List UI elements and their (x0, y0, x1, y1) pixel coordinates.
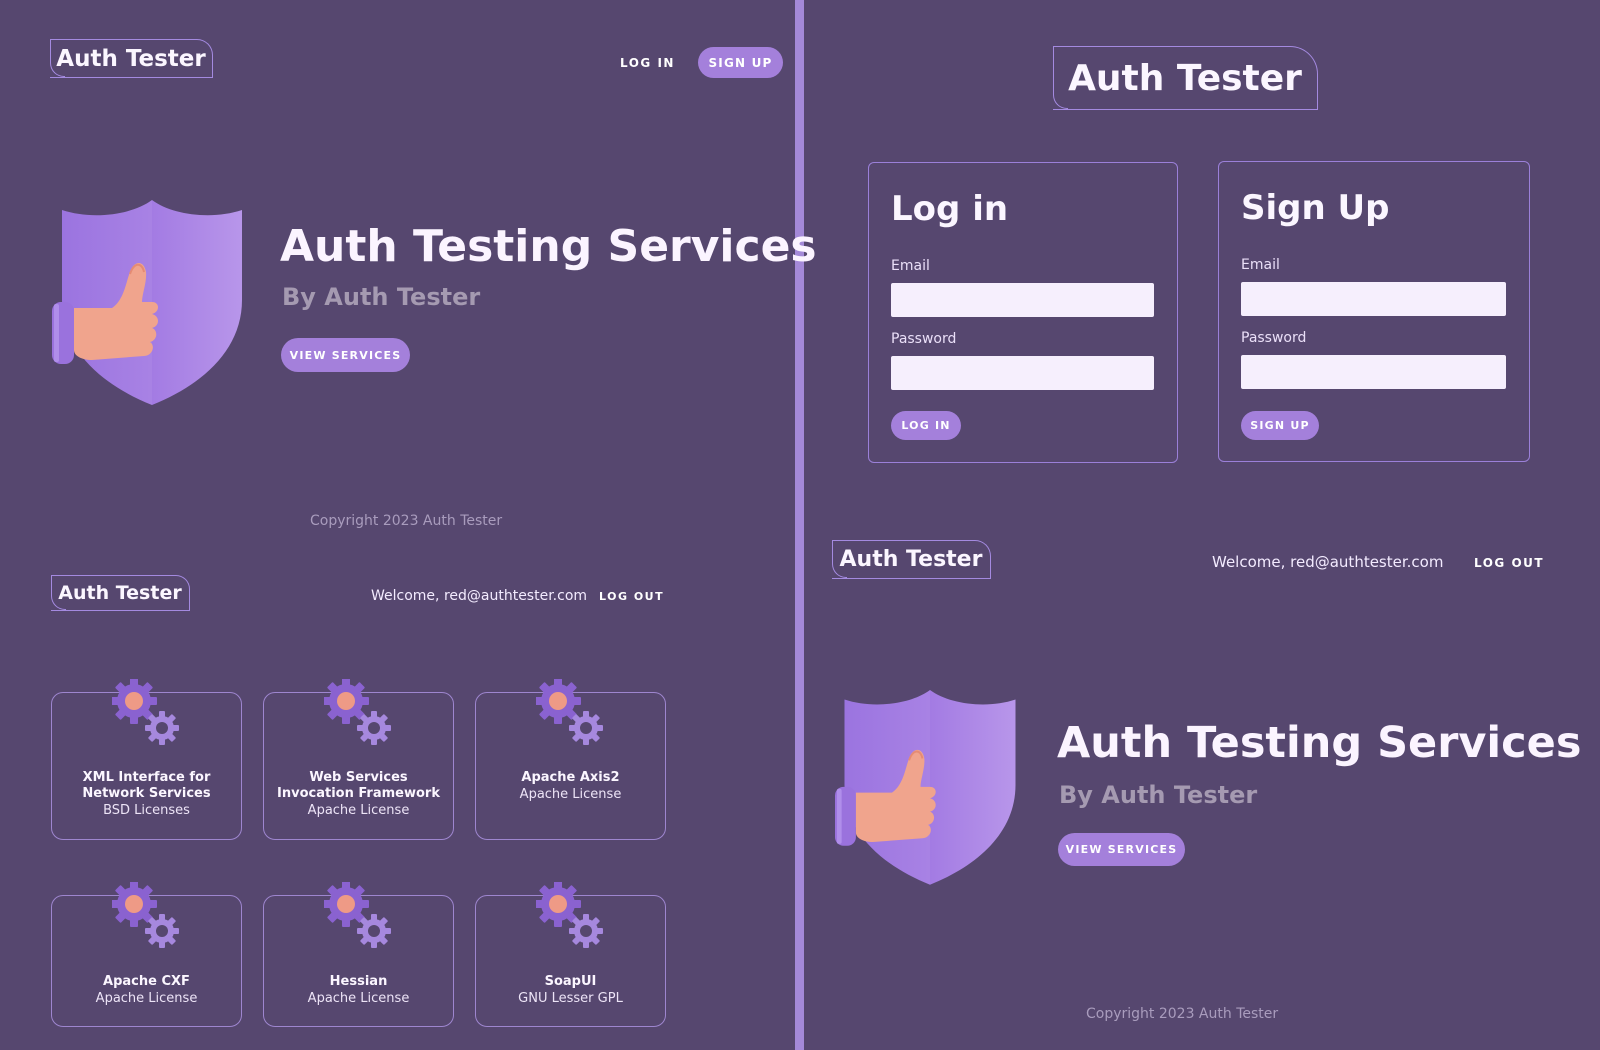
gears-icon (536, 679, 603, 745)
service-name: Apache Axis2 (521, 770, 620, 785)
signup-button[interactable]: SIGN UP (698, 47, 783, 78)
signup-email-label: Email (1241, 257, 1280, 273)
brand-logo[interactable]: Auth Tester (832, 540, 991, 579)
signup-title: Sign Up (1241, 188, 1390, 228)
brand-logo[interactable]: Auth Tester (1053, 46, 1318, 110)
signup-password-input[interactable] (1241, 355, 1506, 389)
welcome-text: Welcome, red@authtester.com (371, 588, 588, 604)
shield-thumbs-up-illustration (52, 199, 243, 406)
service-card[interactable]: Web Services Invocation Framework Apache… (263, 679, 454, 840)
gears-icon (112, 882, 179, 948)
login-title: Log in (891, 189, 1009, 229)
service-license: BSD Licenses (103, 803, 190, 818)
login-password-label: Password (891, 331, 957, 347)
signup-submit-button[interactable]: SIGN UP (1241, 411, 1319, 440)
welcome-text: Welcome, red@authtester.com (1212, 553, 1444, 571)
gears-icon (324, 882, 391, 948)
service-name: SoapUI (544, 974, 597, 989)
panel-divider (795, 0, 804, 1050)
login-link[interactable]: LOG IN (620, 56, 675, 70)
copyright: Copyright 2023 Auth Tester (310, 513, 503, 529)
service-name: XML Interface for Network Services (82, 770, 211, 801)
service-name: Hessian (329, 974, 388, 989)
signup-form: Sign Up Email Password SIGN UP (1218, 161, 1530, 462)
service-license: Apache License (519, 787, 622, 802)
service-license: Apache License (307, 991, 410, 1006)
shield-thumbs-up-illustration (835, 689, 1017, 886)
service-license: Apache License (307, 803, 410, 818)
view-services-button[interactable]: VIEW SERVICES (1058, 833, 1185, 866)
service-card[interactable]: SoapUI GNU Lesser GPL (475, 882, 666, 1027)
login-email-input[interactable] (891, 283, 1154, 317)
service-card[interactable]: Apache Axis2 Apache License (475, 679, 666, 840)
service-name: Web Services Invocation Framework (277, 770, 440, 801)
login-password-input[interactable] (891, 356, 1154, 390)
signup-password-label: Password (1241, 330, 1307, 346)
brand-logo[interactable]: Auth Tester (51, 575, 190, 611)
login-form: Log in Email Password LOG IN (868, 162, 1178, 463)
service-name: Apache CXF (103, 974, 190, 989)
login-email-label: Email (891, 258, 930, 274)
hero-title: Auth Testing Services (1057, 718, 1582, 768)
hero-title: Auth Testing Services (280, 221, 817, 272)
copyright: Copyright 2023 Auth Tester (1086, 1006, 1279, 1022)
service-license: GNU Lesser GPL (518, 991, 623, 1006)
gears-icon (324, 679, 391, 745)
service-license: Apache License (95, 991, 198, 1006)
gears-icon (536, 882, 603, 948)
logout-link[interactable]: LOG OUT (1474, 556, 1544, 570)
service-card[interactable]: Apache CXF Apache License (51, 882, 242, 1027)
signup-email-input[interactable] (1241, 282, 1506, 316)
service-card[interactable]: XML Interface for Network Services BSD L… (51, 679, 242, 840)
login-submit-button[interactable]: LOG IN (891, 411, 961, 440)
view-services-button[interactable]: VIEW SERVICES (281, 338, 410, 372)
logout-link[interactable]: LOG OUT (599, 590, 664, 603)
hero-subtitle: By Auth Tester (282, 283, 481, 311)
service-card[interactable]: Hessian Apache License (263, 882, 454, 1027)
hero-subtitle: By Auth Tester (1059, 781, 1258, 809)
gears-icon (112, 679, 179, 745)
brand-logo[interactable]: Auth Tester (50, 39, 213, 78)
